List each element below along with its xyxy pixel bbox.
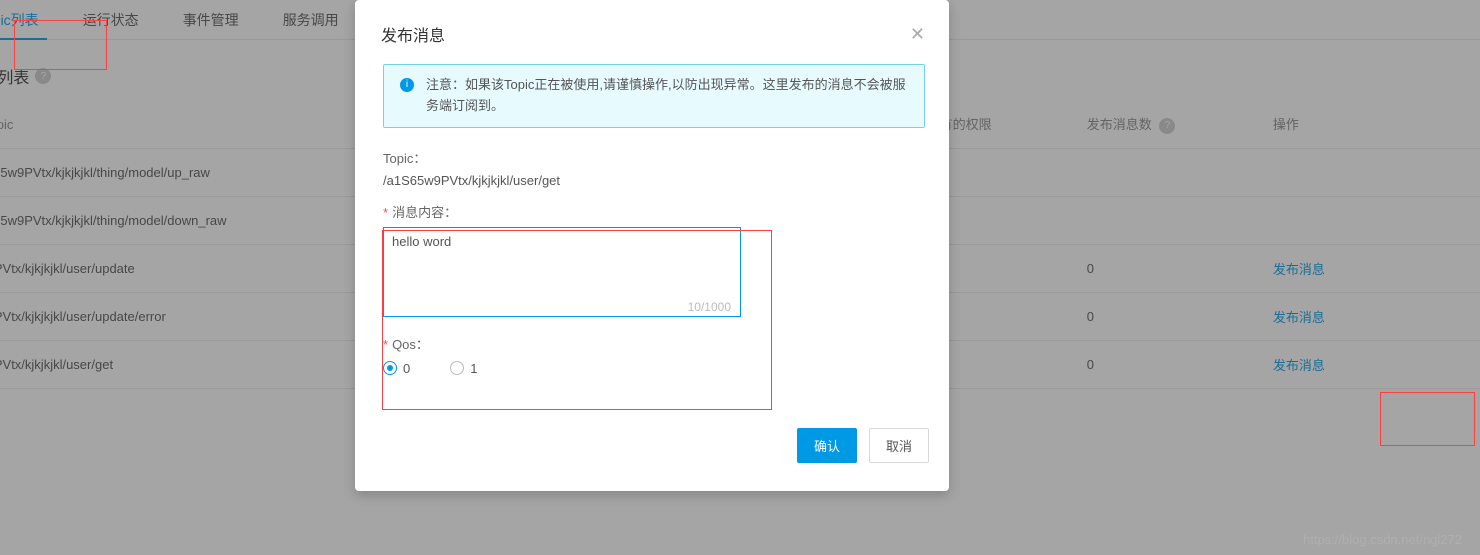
topic-label: Topic： [383, 148, 925, 167]
dialog-footer: 确认 取消 [355, 398, 949, 483]
ok-button[interactable]: 确认 [797, 428, 857, 463]
info-icon: i [400, 78, 414, 92]
char-count: 10/1000 [688, 300, 731, 314]
alert-text: 注意：如果该Topic正在被使用,请谨慎操作,以防出现异常。这里发布的消息不会被… [426, 77, 906, 113]
cancel-button[interactable]: 取消 [869, 428, 929, 463]
dialog-header: 发布消息 ✕ [355, 0, 949, 64]
form-row-qos: *Qos： 0 1 [383, 334, 925, 376]
content-label: *消息内容： [383, 202, 925, 221]
qos-radio-1[interactable]: 1 [450, 361, 477, 376]
form-row-topic: Topic： /a1S65w9PVtx/kjkjkjkl/user/get [383, 148, 925, 188]
publish-message-dialog: 发布消息 ✕ i 注意：如果该Topic正在被使用,请谨慎操作,以防出现异常。这… [355, 0, 949, 491]
qos-label: *Qos： [383, 334, 925, 353]
watermark: https://blog.csdn.net/ngl272 [1303, 532, 1462, 547]
dialog-title: 发布消息 [381, 22, 445, 46]
qos-radio-0[interactable]: 0 [383, 361, 410, 376]
close-icon[interactable]: ✕ [910, 25, 925, 43]
topic-value: /a1S65w9PVtx/kjkjkjkl/user/get [383, 173, 925, 188]
alert-notice: i 注意：如果该Topic正在被使用,请谨慎操作,以防出现异常。这里发布的消息不… [383, 64, 925, 128]
form-row-content: *消息内容： 10/1000 [383, 202, 925, 320]
